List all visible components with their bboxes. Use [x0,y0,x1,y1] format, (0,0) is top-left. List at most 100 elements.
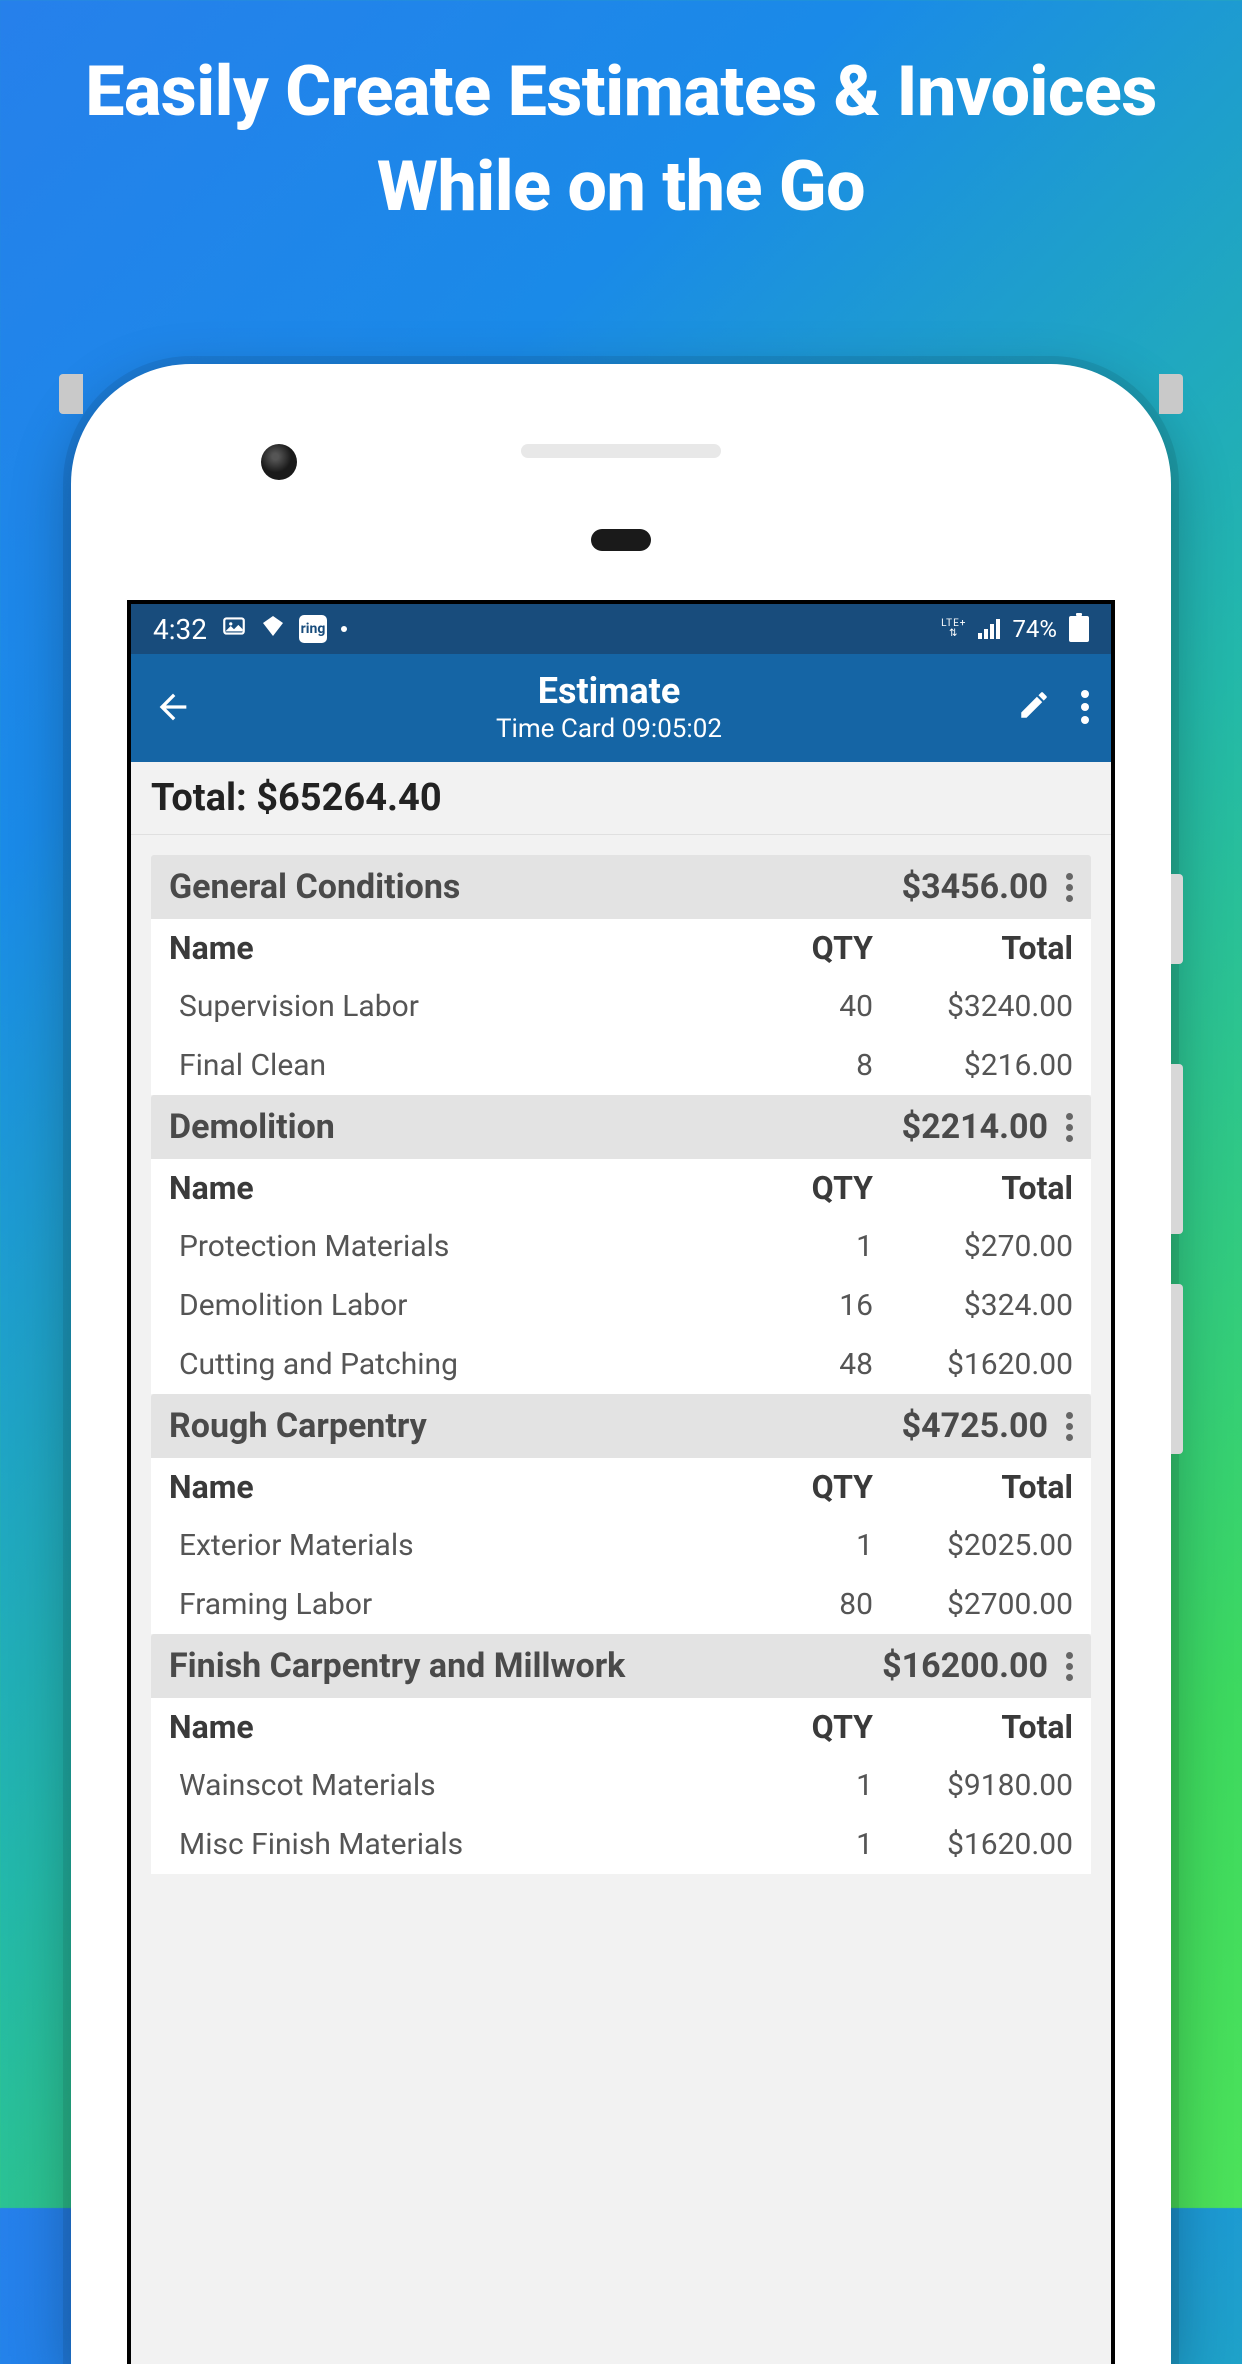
line-item-name: Misc Finish Materials [179,1827,773,1862]
line-item-name: Exterior Materials [179,1528,773,1563]
section-total: $4725.00 [902,1406,1048,1446]
line-item-name: Final Clean [179,1048,773,1083]
section-header[interactable]: Rough Carpentry$4725.00 [151,1394,1091,1458]
status-bar: 4:32 ring LTE+⇅ 74% [131,604,1111,654]
line-item-qty: 80 [773,1587,873,1622]
line-item[interactable]: Misc Finish Materials1$1620.00 [151,1815,1091,1874]
battery-percent: 74% [1012,615,1057,643]
line-item-total: $2025.00 [873,1528,1073,1563]
phone-side-button [1171,1064,1183,1234]
line-item[interactable]: Demolition Labor16$324.00 [151,1276,1091,1335]
col-qty-header: QTY [763,1169,873,1207]
more-button[interactable] [1081,690,1089,724]
col-total-header: Total [873,929,1073,967]
phone-notch [1159,374,1183,414]
ring-icon: ring [299,615,327,643]
section-more-button[interactable] [1066,1113,1073,1142]
line-item[interactable]: Wainscot Materials1$9180.00 [151,1756,1091,1815]
page-subtitle: Time Card 09:05:02 [221,714,997,744]
estimate-section: General Conditions$3456.00NameQTYTotalSu… [151,855,1091,1095]
col-name-header: Name [169,1169,763,1207]
line-item-total: $216.00 [873,1048,1073,1083]
line-item-name: Demolition Labor [179,1288,773,1323]
section-total: $3456.00 [902,867,1048,907]
column-headers: NameQTYTotal [151,919,1091,977]
line-item[interactable]: Framing Labor80$2700.00 [151,1575,1091,1634]
line-item-total: $1620.00 [873,1347,1073,1382]
line-item-qty: 1 [773,1768,873,1803]
app-notif-icon [261,614,285,645]
estimate-section: Rough Carpentry$4725.00NameQTYTotalExter… [151,1394,1091,1634]
battery-icon [1069,616,1089,642]
section-header[interactable]: General Conditions$3456.00 [151,855,1091,919]
back-button[interactable] [153,687,201,727]
phone-frame: 4:32 ring LTE+⇅ 74% E [71,364,1171,2364]
line-item-name: Protection Materials [179,1229,773,1264]
line-item-total: $2700.00 [873,1587,1073,1622]
section-total: $2214.00 [902,1107,1048,1147]
section-total: $16200.00 [882,1646,1048,1686]
col-total-header: Total [873,1169,1073,1207]
section-header[interactable]: Demolition$2214.00 [151,1095,1091,1159]
line-item[interactable]: Supervision Labor40$3240.00 [151,977,1091,1036]
edit-button[interactable] [1017,688,1051,726]
col-name-header: Name [169,1468,763,1506]
line-item-qty: 40 [773,989,873,1024]
status-dot-icon [341,626,347,632]
phone-sensor [591,529,651,551]
line-item-total: $3240.00 [873,989,1073,1024]
estimate-section: Demolition$2214.00NameQTYTotalProtection… [151,1095,1091,1394]
app-bar: Estimate Time Card 09:05:02 [131,654,1111,762]
column-headers: NameQTYTotal [151,1159,1091,1217]
line-item-qty: 16 [773,1288,873,1323]
line-item-total: $9180.00 [873,1768,1073,1803]
section-title: General Conditions [169,867,902,907]
estimate-section: Finish Carpentry and Millwork$16200.00Na… [151,1634,1091,1874]
line-item-total: $1620.00 [873,1827,1073,1862]
grand-total: Total: $65264.40 [131,762,1111,835]
section-header[interactable]: Finish Carpentry and Millwork$16200.00 [151,1634,1091,1698]
phone-speaker [521,444,721,458]
line-item-total: $270.00 [873,1229,1073,1264]
col-name-header: Name [169,1708,763,1746]
line-item-name: Framing Labor [179,1587,773,1622]
col-name-header: Name [169,929,763,967]
section-more-button[interactable] [1066,1412,1073,1441]
phone-screen: 4:32 ring LTE+⇅ 74% E [127,600,1115,2364]
line-item-name: Wainscot Materials [179,1768,773,1803]
line-item-name: Cutting and Patching [179,1347,773,1382]
col-qty-header: QTY [763,1468,873,1506]
signal-icon [978,619,1000,639]
column-headers: NameQTYTotal [151,1458,1091,1516]
line-item-qty: 48 [773,1347,873,1382]
line-item[interactable]: Final Clean8$216.00 [151,1036,1091,1095]
column-headers: NameQTYTotal [151,1698,1091,1756]
section-more-button[interactable] [1066,1652,1073,1681]
col-qty-header: QTY [763,1708,873,1746]
line-item-qty: 1 [773,1827,873,1862]
section-title: Demolition [169,1107,902,1147]
status-time: 4:32 [153,613,207,646]
phone-side-button [1171,874,1183,964]
line-item-total: $324.00 [873,1288,1073,1323]
section-more-button[interactable] [1066,873,1073,902]
estimate-content: General Conditions$3456.00NameQTYTotalSu… [131,835,1111,1874]
phone-notch [59,374,83,414]
network-type: LTE+⇅ [941,619,966,639]
picture-icon [221,613,247,646]
col-qty-header: QTY [763,929,873,967]
phone-side-button [1171,1284,1183,1454]
col-total-header: Total [873,1708,1073,1746]
line-item[interactable]: Exterior Materials1$2025.00 [151,1516,1091,1575]
line-item-name: Supervision Labor [179,989,773,1024]
line-item-qty: 8 [773,1048,873,1083]
section-title: Finish Carpentry and Millwork [169,1646,882,1686]
line-item-qty: 1 [773,1229,873,1264]
line-item[interactable]: Protection Materials1$270.00 [151,1217,1091,1276]
page-title: Estimate [221,670,997,712]
phone-camera [261,444,297,480]
marketing-headline: Easily Create Estimates & Invoices While… [0,0,1242,234]
col-total-header: Total [873,1468,1073,1506]
line-item-qty: 1 [773,1528,873,1563]
line-item[interactable]: Cutting and Patching48$1620.00 [151,1335,1091,1394]
